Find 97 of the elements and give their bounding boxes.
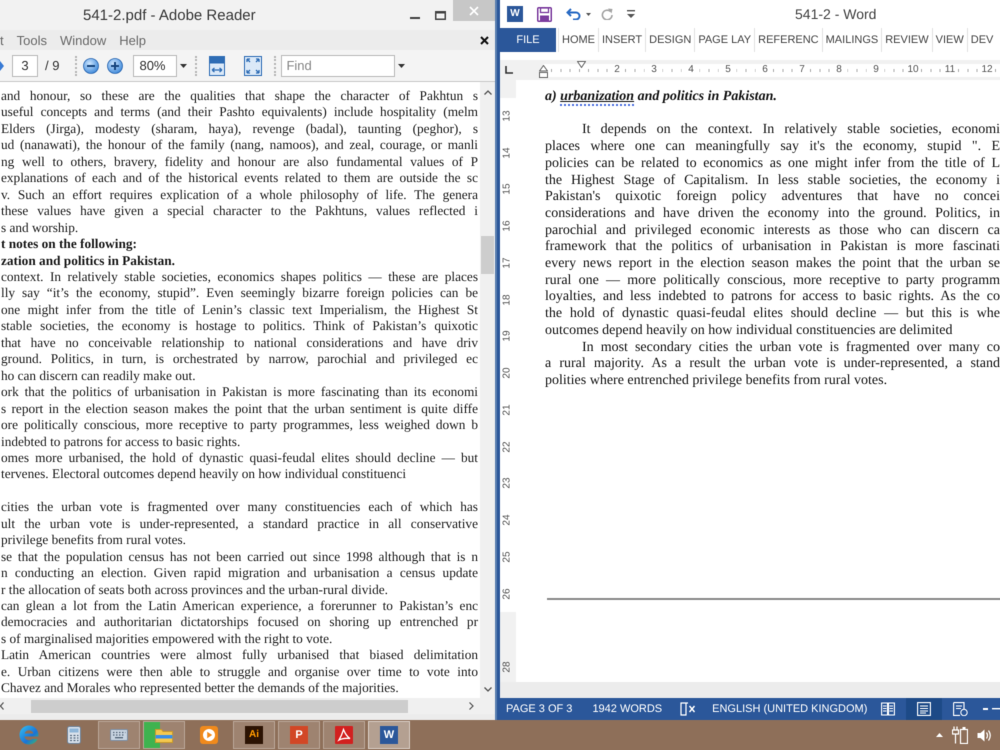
browser-icon bbox=[19, 725, 39, 745]
caret-icon[interactable] bbox=[586, 12, 591, 16]
paragraph: context. In relatively stable societies, economics shapes politics — these are places lly say “it’s the economy, stupid”. Even seemingly bizarre foreign policies can be one might infer from the title of Lenin’s classic text Imperialism, the Highest St stable societies, the economy is hostage to politics. Think of Pakistan’s quixotic that have no conceivable relationship to national considerations and have driv ground. Politics, in turn, is orchestrated by narrow, parochial and privileged ec ho can discern can readily make out. bbox=[1, 268, 478, 384]
caret-icon[interactable] bbox=[180, 64, 188, 68]
window-title: 541-2.pdf - Adobe Reader bbox=[83, 6, 256, 24]
ruler-number: 22 bbox=[503, 441, 513, 452]
ribbon-tab[interactable]: VIEW bbox=[932, 28, 967, 52]
save-icon[interactable] bbox=[537, 6, 552, 22]
volume-icon[interactable] bbox=[977, 728, 991, 742]
play-icon bbox=[200, 726, 218, 744]
undo-icon[interactable] bbox=[566, 8, 582, 20]
zoom-out-icon[interactable] bbox=[83, 58, 100, 74]
ribbon-tab[interactable]: PAGE LAY bbox=[694, 28, 754, 52]
menu-item[interactable]: Tools bbox=[16, 32, 47, 48]
ruler-number: 13 bbox=[503, 110, 513, 122]
close-icon[interactable] bbox=[480, 36, 489, 44]
web-layout-icon bbox=[952, 702, 968, 716]
scrollbar-thumb[interactable] bbox=[31, 700, 408, 712]
word-count[interactable]: 1942 WORDS bbox=[592, 703, 662, 715]
scrollbar-thumb[interactable] bbox=[481, 236, 494, 274]
ruler-number: 25 bbox=[503, 551, 513, 563]
language-status[interactable]: ENGLISH (UNITED KINGDOM) bbox=[712, 703, 868, 715]
vertical-scrollbar[interactable] bbox=[480, 82, 495, 698]
app-tile: Ai bbox=[245, 726, 263, 744]
paragraph: omes more urbanised, the hold of dynastic quasi-feudal elites should decline — but tervenes. Electoral outcomes depend heavily on how individual constituenci bbox=[1, 450, 478, 483]
taskbar-button[interactable] bbox=[98, 721, 140, 749]
scroll-up-icon[interactable] bbox=[484, 90, 492, 95]
app-logo[interactable]: W bbox=[507, 6, 523, 22]
heading: a) urbanization and politics in Pakistan. bbox=[545, 89, 777, 106]
ruler-number: 18 bbox=[503, 294, 513, 306]
paragraph: se that the population census has not been carried out since 1998 although that is n n conducting an election. Given rapid migration and urbanisation a census update r the allocation of seats both across provinces and the urban-rural divide. bbox=[1, 548, 478, 598]
zoom-in-icon[interactable] bbox=[107, 58, 124, 74]
paragraph: Latin American countries were almost fully urbanised that biased delimitation e. Urban citizens were then able to struggle and organise over time to vote into Chavez and Morales who represented better the demands of the majorities. bbox=[1, 647, 478, 697]
file-tab[interactable]: FILE bbox=[500, 28, 556, 52]
ruler-number: 23 bbox=[503, 478, 513, 490]
find-field[interactable]: Find bbox=[281, 54, 396, 76]
page-count: / 9 bbox=[45, 58, 60, 73]
window-title: 541-2 - Word bbox=[795, 6, 876, 22]
taskbar-button[interactable]: P bbox=[278, 721, 320, 749]
fit-page-icon[interactable] bbox=[244, 56, 262, 76]
zoom-field[interactable]: 80% bbox=[133, 54, 178, 76]
horizontal-scrollbar[interactable] bbox=[0, 698, 495, 714]
taskbar-button[interactable]: Ai bbox=[233, 721, 275, 749]
heading: t notes on the following: bbox=[1, 236, 138, 253]
ribbon-tab[interactable]: REFERENC bbox=[754, 28, 822, 52]
scroll-down-icon[interactable] bbox=[484, 687, 492, 692]
ruler-number: 16 bbox=[503, 220, 513, 232]
taskbar-button[interactable] bbox=[323, 721, 365, 749]
ruler-number: 17 bbox=[503, 257, 513, 269]
paragraph: can glean a lot from the Latin American experience, a forerunner to Pakistan’s enc democracies and authoritarian dictatorships focused on shoring up entrenched pr s of marginalised majorities empowered with the right to vote. bbox=[1, 598, 478, 648]
ruler-number: 14 bbox=[503, 147, 513, 158]
left-indent-icon[interactable] bbox=[539, 64, 548, 78]
menu-item[interactable]: Window bbox=[60, 32, 106, 48]
paragraph: It depends on the context. In relatively stable societies, economi places where one can meaningfully say it's the economy, stupid ". E policies can be related to economics as one might infer from the title of L the Highest Stage of Capitalism. In less stable societies, the economy i Pakistan's quixotic foreign policy adventures that have no concei considerations and have driven the economy into the ground. Politics, in parochial and privileged economic interests as those who can discern ca framework that the politics of urbanisation in Pakistan is more fascinati every news report in the election season makes the point that the urban se rural one — more politically conscious, more receptive to party programm loyalties, and less indebted to patrons for access to basic rights. As the co the hold of dynastic quasi-feudal elites should decline — but this is whe outcomes depend heavily on how individual constituencies are delimited bbox=[545, 122, 1000, 340]
menu-item[interactable]: t bbox=[0, 32, 4, 48]
customize-icon[interactable] bbox=[627, 10, 635, 18]
app-tile: P bbox=[290, 726, 308, 744]
ruler-number: 28 bbox=[503, 662, 513, 673]
read-mode-icon bbox=[881, 702, 895, 716]
ruler-number: 15 bbox=[503, 184, 513, 196]
print-layout-icon bbox=[917, 702, 931, 716]
scroll-right-icon[interactable] bbox=[469, 702, 474, 710]
scroll-left-icon[interactable] bbox=[0, 702, 4, 710]
ruler-number: 21 bbox=[503, 404, 513, 416]
power-icon[interactable] bbox=[952, 726, 968, 744]
swirl-tile-icon bbox=[335, 726, 353, 744]
keyboard-icon bbox=[110, 729, 128, 741]
ribbon-tab[interactable]: INSERT bbox=[598, 28, 646, 52]
menu-item[interactable]: Help bbox=[119, 32, 146, 48]
ribbon-tab[interactable]: REVIEW bbox=[881, 28, 932, 52]
page-number-field[interactable]: 3 bbox=[12, 54, 38, 76]
ribbon-tab[interactable]: MAILINGS bbox=[822, 28, 882, 52]
ribbon-tab[interactable]: DESIGN bbox=[645, 28, 694, 52]
fit-width-icon[interactable] bbox=[209, 56, 226, 76]
caret-icon[interactable] bbox=[398, 64, 406, 68]
paragraph: and honour, so these are the qualities that shape the character of Pakhtun s useful concepts and terms (and their Pashto equivalents) include hospitality (melm Elders (Jirga), modesty (sharam, haya), revenge (badal), taunting (peghor), s ud (nanawati), the honour of the family (nang, namoos), and zeal, courage, or manli ng well to others, bravery, fidelity and honour are also fundamental values of P explanations of each and of the historical events related to them are outside the sc v. Such an effort requires explication of a whole philosophy of life. The genera these values have given a special character to the Pakhtuns, values reflected i s and worship. bbox=[1, 88, 478, 236]
folder-icon bbox=[155, 727, 173, 743]
paragraph: ork that the politics of urbanisation in Pakistan is more fascinating than its economi s report in the election season makes the point that the urban sentiment is quite diffe ore politically conscious, more receptive to party programmes, less weighed down b indebted to patrons for access to basic rights. bbox=[1, 384, 478, 450]
ruler-number: 26 bbox=[503, 588, 513, 600]
paragraph: In most secondary cities the urban vote is fragmented over many co a rural majority. As a result the urban vote is under-represented, a stand polities where entrenched privilege benefits from rural votes. bbox=[545, 340, 1000, 390]
close-icon bbox=[469, 6, 479, 16]
app-tile: W bbox=[380, 726, 398, 744]
ribbon-tab[interactable]: DEV bbox=[966, 28, 996, 52]
ribbon-tab[interactable]: HOME bbox=[558, 28, 598, 52]
calculator-icon bbox=[67, 726, 81, 744]
ruler-number: 24 bbox=[503, 514, 513, 526]
proofing-icon[interactable] bbox=[680, 702, 696, 716]
arrow-icon[interactable] bbox=[0, 60, 4, 70]
maximize-icon[interactable] bbox=[435, 10, 446, 20]
heading: zation and politics in Pakistan. bbox=[1, 252, 176, 269]
tab-stop-icon[interactable] bbox=[505, 66, 513, 74]
page-status[interactable]: PAGE 3 OF 3 bbox=[506, 703, 572, 715]
paragraph: cities the urban vote is fragmented over many constituencies each of which has ult the urban vote is under-represented, a standard practice in all conservative privilege benefits from rural votes. bbox=[1, 499, 478, 549]
ruler-number: 20 bbox=[503, 368, 513, 379]
view-button[interactable] bbox=[906, 698, 942, 720]
ruler-number: 19 bbox=[503, 330, 513, 342]
taskbar-button[interactable]: W bbox=[368, 721, 410, 749]
